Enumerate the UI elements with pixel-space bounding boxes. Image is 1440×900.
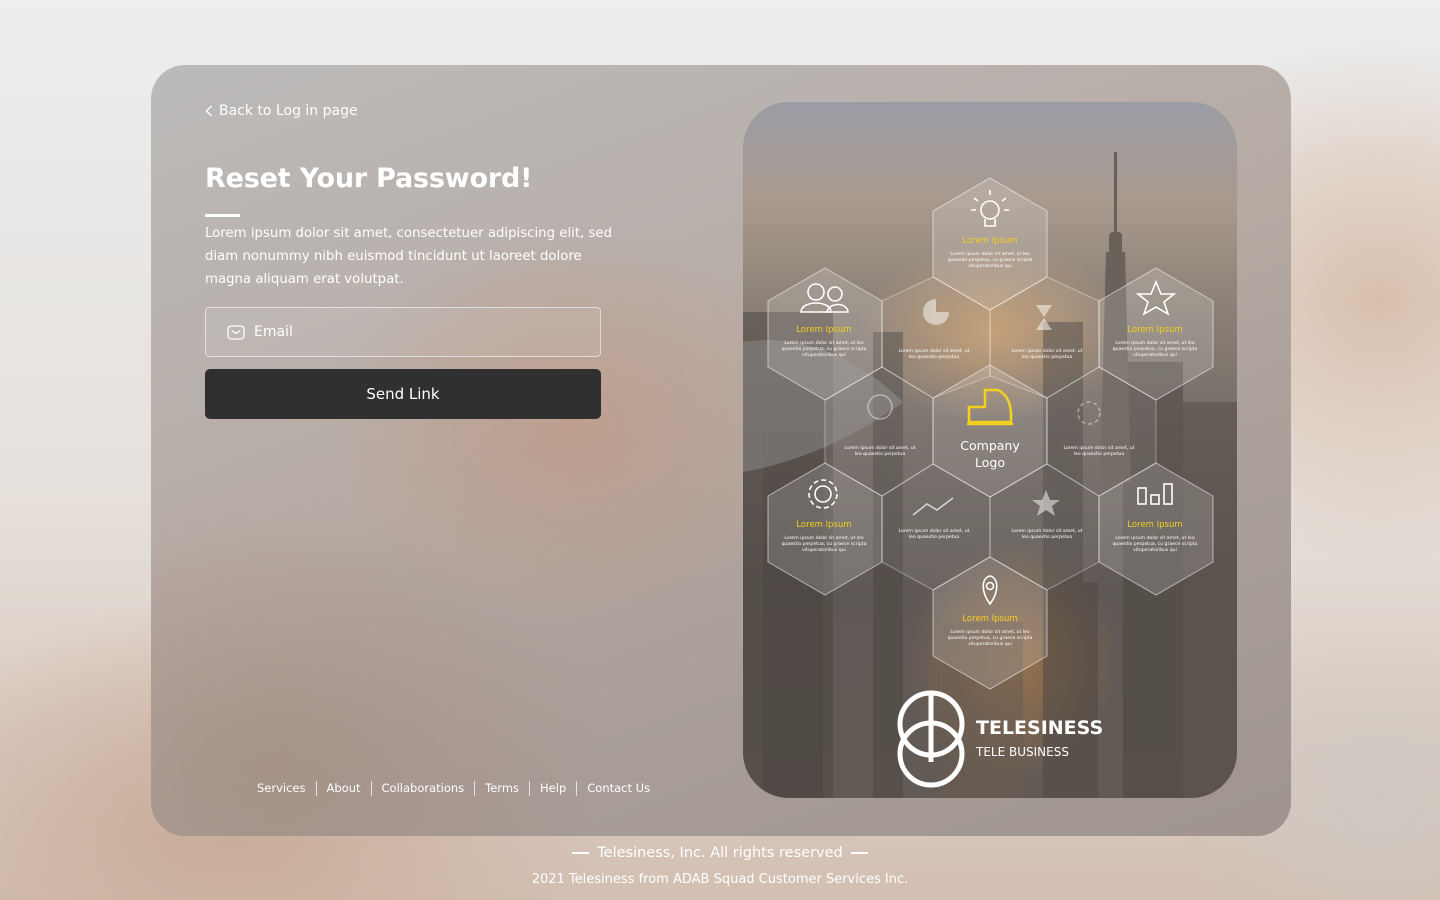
dash-left: [572, 852, 590, 854]
hex-body-lower-left-2: quaestio perpetua, cu graece scripta: [782, 541, 867, 547]
small-text-3a: Lorem ipsum dolor sit amet, ut: [845, 445, 916, 451]
footer-link-about[interactable]: About: [315, 781, 371, 796]
copyright-text: Telesiness, Inc. All rights reserved: [597, 845, 843, 861]
small-text-6a: Lorem ipsum dolor sit amet, ut: [1012, 528, 1083, 534]
footer-link-services[interactable]: Services: [247, 781, 316, 796]
page-description: Lorem ipsum dolor sit amet, consectetuer…: [205, 226, 613, 287]
hex-body-lower-right-1: Lorem ipsum dolor sit amet, ut leo: [1115, 535, 1194, 541]
brand-tagline: TELE BUSINESS: [976, 745, 1069, 759]
hex-body-top-2: quaestio perpetua, cu graece scripta: [948, 257, 1033, 263]
footer-link-collaborations[interactable]: Collaborations: [370, 781, 475, 796]
hex-body-upper-left-1: Lorem ipsum dolor sit amet, ut leo: [784, 340, 863, 346]
hex-title-lower-right: Lorem Ipsum: [1127, 520, 1182, 530]
hex-body-top-3: vituperatoribus qui: [968, 263, 1012, 269]
hex-body-lower-left-3: vituperatoribus qui: [802, 547, 846, 553]
chevron-left-icon: [205, 105, 212, 117]
reset-card: Back to Log in page Reset Your Password!…: [151, 65, 1291, 836]
brand-name: TELESINESS: [976, 717, 1104, 739]
small-text-5b: leo quaestio perpetua: [909, 534, 960, 540]
page-title: Reset Your Password!: [205, 163, 533, 194]
email-field[interactable]: [205, 307, 601, 357]
small-text-4a: Lorem ipsum dolor sit amet, ut: [1064, 445, 1135, 451]
back-link-label: Back to Log in page: [219, 103, 358, 119]
small-text-4b: leo quaestio perpetua: [1074, 451, 1125, 457]
dash-right: [850, 852, 868, 854]
email-input[interactable]: [254, 324, 584, 340]
hero-image: Lorem Ipsum Lorem ipsum dolor sit amet, …: [743, 102, 1237, 798]
title-underline: [205, 214, 240, 217]
hex-title-upper-left: Lorem Ipsum: [796, 325, 851, 335]
hex-body-upper-left-3: vituperatoribus qui: [802, 352, 846, 358]
copyright: Telesiness, Inc. All rights reserved: [0, 845, 1440, 861]
small-text-2b: leo quaestio perpetua: [1022, 354, 1073, 360]
mail-icon: [227, 324, 245, 340]
footer-link-contact-us[interactable]: Contact Us: [576, 781, 660, 796]
small-text-1a: Lorem ipsum dolor sit amet, ut: [899, 348, 970, 354]
hex-body-bottom-3: vituperatoribus qui: [968, 641, 1012, 647]
hex-title-lower-left: Lorem Ipsum: [796, 520, 851, 530]
hex-body-bottom-2: quaestio perpetua, cu graece scripta: [948, 635, 1033, 641]
small-text-6b: leo quaestio perpetua: [1022, 534, 1073, 540]
footer-link-terms[interactable]: Terms: [474, 781, 529, 796]
hex-title-top: Lorem Ipsum: [962, 236, 1017, 246]
back-to-login-link[interactable]: Back to Log in page: [205, 101, 358, 121]
send-link-button[interactable]: Send Link: [205, 369, 601, 419]
hex-body-upper-left-2: quaestio perpetua, cu graece scripta: [782, 346, 867, 352]
copyright-subtext: 2021 Telesiness from ADAB Squad Customer…: [531, 872, 909, 887]
company-logo-label: Company Logo: [960, 438, 1020, 470]
hex-body-lower-right-2: quaestio perpetua, cu graece scripta: [1113, 541, 1198, 547]
hex-body-top-1: Lorem ipsum dolor sit amet, ut leo: [950, 251, 1029, 257]
hex-body-lower-right-3: vituperatoribus qui: [1133, 547, 1177, 553]
small-text-1b: leo quaestio perpetua: [909, 354, 960, 360]
hex-title-bottom: Lorem Ipsum: [962, 614, 1017, 624]
hex-body-upper-right-3: vituperatoribus qui: [1133, 352, 1177, 358]
footer-nav: Services About Collaborations Terms Help…: [247, 781, 660, 796]
hex-body-lower-left-1: Lorem ipsum dolor sit amet, ut leo: [784, 535, 863, 541]
hex-body-upper-right-1: Lorem ipsum dolor sit amet, ut leo: [1115, 340, 1194, 346]
hex-body-bottom-1: Lorem ipsum dolor sit amet, ut leo: [950, 629, 1029, 635]
hex-title-upper-right: Lorem Ipsum: [1127, 325, 1182, 335]
hex-body-upper-right-2: quaestio perpetua, cu graece scripta: [1113, 346, 1198, 352]
small-text-2a: Lorem ipsum dolor sit amet, ut: [1012, 348, 1083, 354]
small-text-5a: Lorem ipsum dolor sit amet, ut: [899, 528, 970, 534]
footer-link-help[interactable]: Help: [529, 781, 576, 796]
small-text-3b: leo quaestio perpetua: [855, 451, 906, 457]
